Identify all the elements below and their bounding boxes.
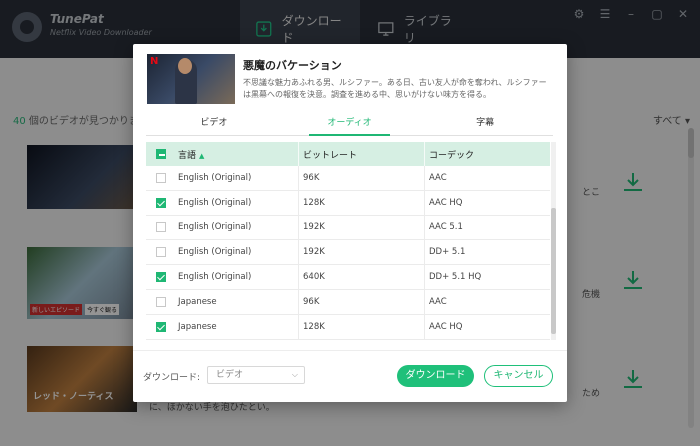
cell-language: English (Original) xyxy=(178,222,252,233)
cell-codec: AAC HQ xyxy=(424,314,550,339)
row-checkbox[interactable] xyxy=(156,197,166,208)
cell-bitrate: 96K xyxy=(298,289,424,314)
row-checkbox[interactable] xyxy=(156,172,166,183)
cell-bitrate: 192K xyxy=(298,215,424,240)
dialog-description: 不思議な魅力あふれる男、ルシファー。ある日、古い友人が命を奪われ、ルシファーは黒… xyxy=(243,78,547,99)
header-codec: コーデック xyxy=(424,142,550,166)
table-row[interactable]: English (Original) 96K AAC xyxy=(146,166,550,191)
tab-video[interactable]: ビデオ xyxy=(146,112,282,135)
cell-codec: DD+ 5.1 HQ xyxy=(424,265,550,289)
cell-language: English (Original) xyxy=(178,172,252,183)
row-checkbox[interactable] xyxy=(156,272,166,283)
dialog-thumbnail: N xyxy=(147,54,235,104)
sort-asc-icon: ▲ xyxy=(199,151,205,160)
cell-language: Japanese xyxy=(178,321,217,332)
cell-codec: AAC xyxy=(424,289,550,314)
track-tabs: ビデオ オーディオ 字幕 xyxy=(146,112,553,136)
download-type-select[interactable]: ビデオ ⌵ xyxy=(207,366,305,384)
cell-bitrate: 128K xyxy=(298,190,424,215)
table-row[interactable]: English (Original) 128K AAC HQ xyxy=(146,190,550,216)
table-row[interactable]: English (Original) 192K DD+ 5.1 xyxy=(146,240,550,266)
audio-selection-dialog: N 悪魔のバケーション 不思議な魅力あふれる男、ルシファー。ある日、古い友人が命… xyxy=(133,44,567,402)
cell-codec: AAC 5.1 xyxy=(424,215,550,240)
dialog-title: 悪魔のバケーション xyxy=(243,59,342,72)
row-checkbox[interactable] xyxy=(156,222,166,233)
cell-language: English (Original) xyxy=(178,247,252,258)
header-bitrate: ビットレート xyxy=(298,142,424,166)
chevron-down-icon: ⌵ xyxy=(291,370,298,379)
table-header: 言語 ▲ ビットレート コーデック xyxy=(146,142,550,166)
table-row[interactable]: English (Original) 192K AAC 5.1 xyxy=(146,215,550,241)
tab-audio[interactable]: オーディオ xyxy=(282,112,418,136)
cell-bitrate: 128K xyxy=(298,314,424,339)
table-row[interactable]: English (Original) 640K DD+ 5.1 HQ xyxy=(146,265,550,290)
netflix-logo-icon: N xyxy=(150,56,159,67)
cell-language: English (Original) xyxy=(178,197,252,208)
cell-bitrate: 640K xyxy=(298,265,424,289)
row-checkbox[interactable] xyxy=(156,296,166,307)
cell-codec: AAC HQ xyxy=(424,190,550,215)
cell-bitrate: 192K xyxy=(298,240,424,265)
table-scrollbar[interactable] xyxy=(551,142,556,340)
row-checkbox[interactable] xyxy=(156,247,166,258)
cell-language: Japanese xyxy=(178,296,217,307)
cell-bitrate: 96K xyxy=(298,166,424,190)
footer-divider xyxy=(133,350,567,351)
cell-language: English (Original) xyxy=(178,272,252,283)
download-type-label: ダウンロード: xyxy=(143,373,201,383)
cancel-button[interactable]: キャンセル xyxy=(484,365,553,387)
table-row[interactable]: Japanese 128K AAC HQ xyxy=(146,314,550,340)
select-all-checkbox[interactable] xyxy=(156,149,166,159)
audio-track-table: 言語 ▲ ビットレート コーデック English (Original) 96K AA… xyxy=(146,142,550,340)
row-checkbox[interactable] xyxy=(156,321,166,332)
tab-subtitles[interactable]: 字幕 xyxy=(417,112,553,135)
table-row[interactable]: Japanese 96K AAC xyxy=(146,289,550,315)
header-language[interactable]: 言語 ▲ xyxy=(176,148,298,161)
download-button[interactable]: ダウンロード xyxy=(397,365,474,387)
cell-codec: DD+ 5.1 xyxy=(424,240,550,265)
cell-codec: AAC xyxy=(424,166,550,190)
table-scrollbar-thumb[interactable] xyxy=(551,208,556,334)
